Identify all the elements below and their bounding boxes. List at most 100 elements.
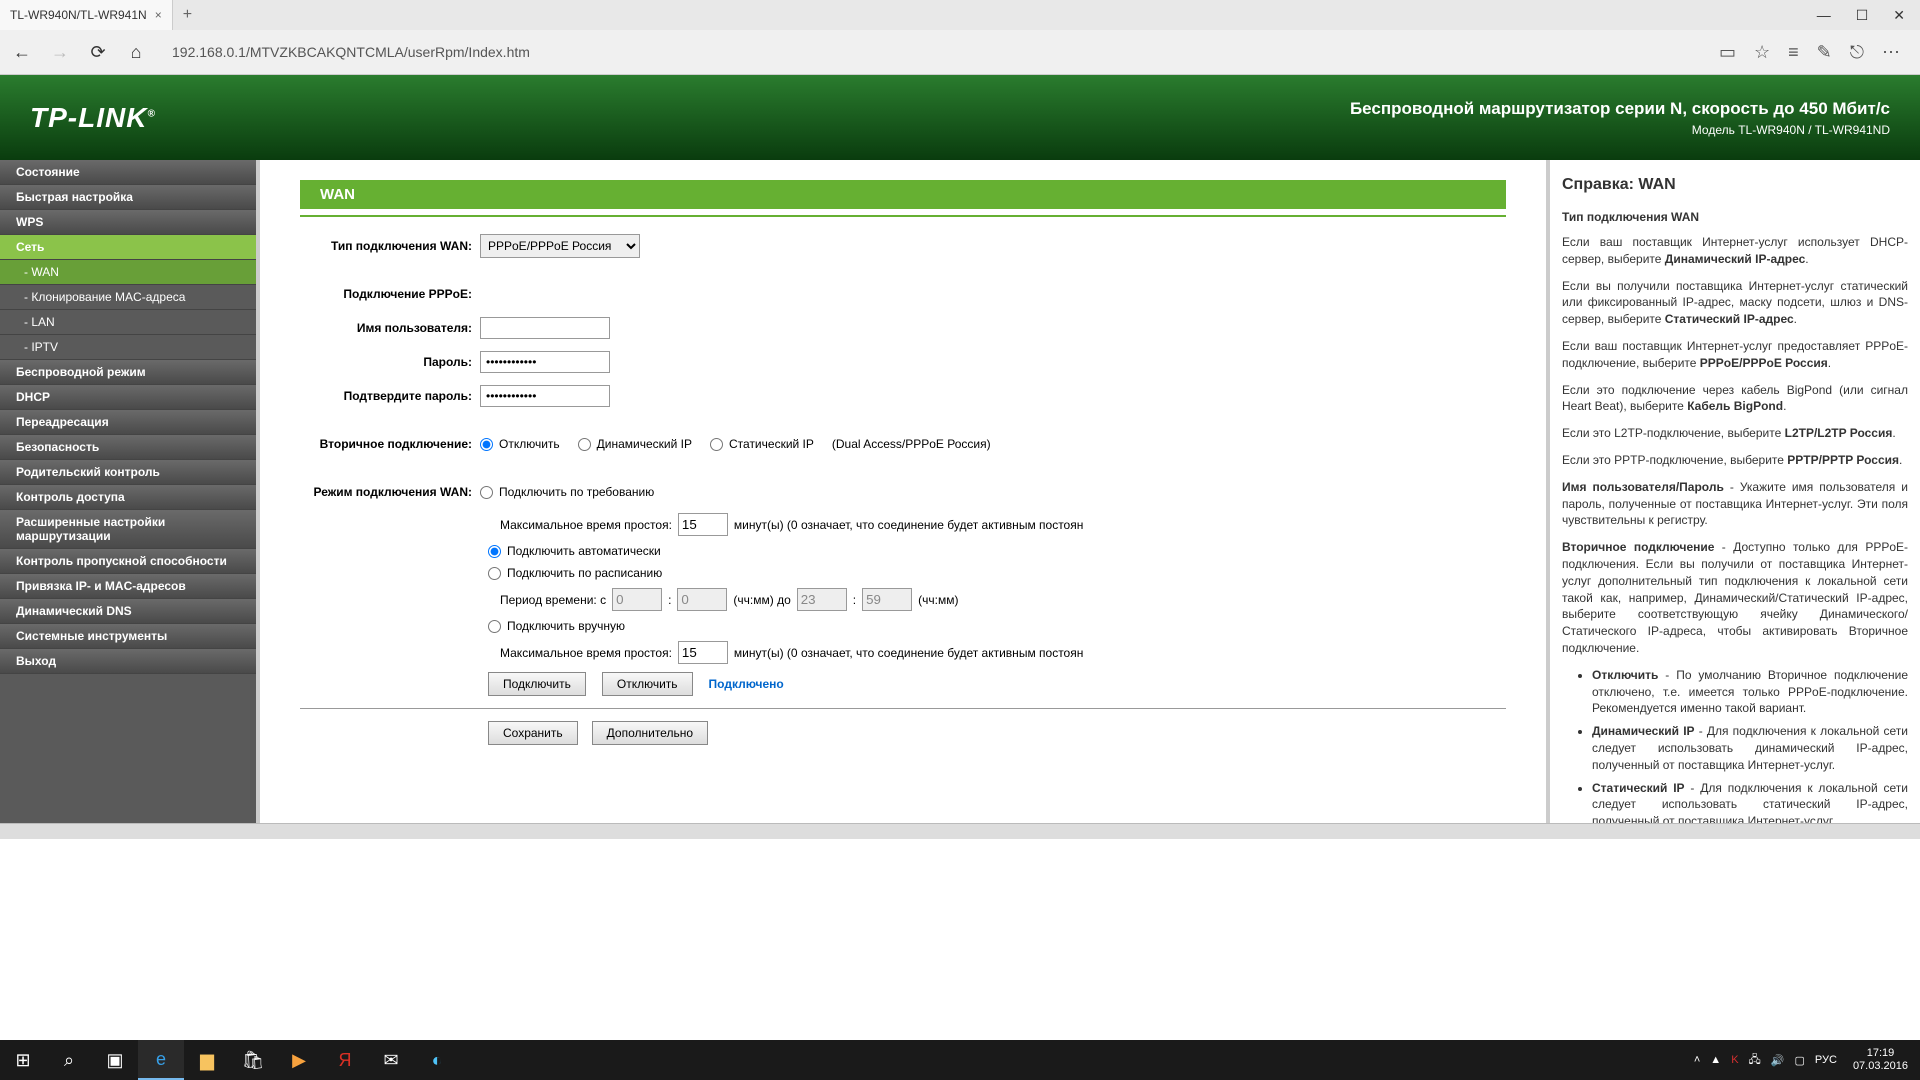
- radio-mode-time[interactable]: [488, 567, 501, 580]
- header-title: Беспроводной маршрутизатор серии N, скор…: [1350, 99, 1890, 119]
- language-indicator[interactable]: РУС: [1815, 1054, 1837, 1066]
- radio-sec-disable[interactable]: [480, 438, 493, 451]
- help-panel: Справка: WAN Тип подключения WAN Если ва…: [1550, 160, 1920, 823]
- sidebar-item-lan[interactable]: - LAN: [0, 310, 256, 335]
- input-idle1[interactable]: [678, 513, 728, 536]
- tab-title: TL-WR940N/TL-WR941N: [10, 8, 147, 22]
- input-to-h[interactable]: [797, 588, 847, 611]
- forward-button[interactable]: →: [48, 40, 72, 64]
- volume-icon[interactable]: 🔊: [1771, 1054, 1785, 1067]
- taskbar: ⊞ ⌕ ▣ e ▆ 🛍 ▶ Я ✉ ◐ ˄ ▲ K 🖧 🔊 ▢ РУС 17:1…: [0, 1040, 1920, 1080]
- sidebar-item-ip-mac-binding[interactable]: Привязка IP- и MAC-адресов: [0, 574, 256, 599]
- sidebar-item-dhcp[interactable]: DHCP: [0, 385, 256, 410]
- help-p5: Если это L2TP-подключение, выберите L2TP…: [1562, 425, 1908, 442]
- sidebar-item-forwarding[interactable]: Переадресация: [0, 410, 256, 435]
- browser-tab[interactable]: TL-WR940N/TL-WR941N ×: [0, 0, 173, 30]
- connect-button[interactable]: Подключить: [488, 672, 586, 696]
- disconnect-button[interactable]: Отключить: [602, 672, 693, 696]
- explorer-icon[interactable]: ▆: [184, 1040, 230, 1080]
- action-center-icon[interactable]: ▢: [1795, 1054, 1805, 1067]
- app-icon[interactable]: ◐: [414, 1040, 460, 1080]
- home-button[interactable]: ⌂: [124, 40, 148, 64]
- sidebar: Состояние Быстрая настройка WPS Сеть - W…: [0, 160, 256, 823]
- label-password: Пароль:: [300, 355, 480, 369]
- back-button[interactable]: ←: [10, 40, 34, 64]
- close-window-icon[interactable]: ✕: [1893, 7, 1905, 24]
- sidebar-item-mac-clone[interactable]: - Клонирование MAC-адреса: [0, 285, 256, 310]
- sidebar-item-status[interactable]: Состояние: [0, 160, 256, 185]
- radio-mode-manual[interactable]: [488, 620, 501, 633]
- help-p8: Вторичное подключение - Доступно только …: [1562, 539, 1908, 657]
- tray-expand-icon[interactable]: ˄: [1694, 1054, 1700, 1066]
- radio-mode-demand[interactable]: [480, 486, 493, 499]
- close-icon[interactable]: ×: [155, 8, 162, 22]
- advanced-button[interactable]: Дополнительно: [592, 721, 708, 745]
- sidebar-item-parental[interactable]: Родительский контроль: [0, 460, 256, 485]
- horizontal-scrollbar[interactable]: [0, 823, 1920, 839]
- new-tab-button[interactable]: +: [173, 6, 202, 24]
- input-from-m[interactable]: [677, 588, 727, 611]
- radio-sec-dynamic[interactable]: [578, 438, 591, 451]
- reading-view-icon[interactable]: ▭: [1719, 42, 1736, 63]
- refresh-button[interactable]: ⟳: [86, 40, 110, 64]
- mail-icon[interactable]: ✉: [368, 1040, 414, 1080]
- favorite-icon[interactable]: ☆: [1754, 42, 1770, 63]
- sidebar-item-access[interactable]: Контроль доступа: [0, 485, 256, 510]
- network-icon[interactable]: 🖧: [1749, 1051, 1761, 1070]
- section-title: WAN: [300, 180, 1506, 209]
- select-conn-type[interactable]: PPPoE/PPPoE Россия: [480, 234, 640, 258]
- input-password[interactable]: [480, 351, 610, 373]
- radio-sec-static[interactable]: [710, 438, 723, 451]
- maximize-icon[interactable]: ☐: [1856, 7, 1869, 24]
- sidebar-item-logout[interactable]: Выход: [0, 649, 256, 674]
- search-icon[interactable]: ⌕: [46, 1040, 92, 1080]
- more-icon[interactable]: ⋯: [1882, 42, 1900, 63]
- label-conn-mode: Режим подключения WAN:: [300, 485, 480, 499]
- help-title: Справка: WAN: [1562, 176, 1908, 194]
- sidebar-item-system-tools[interactable]: Системные инструменты: [0, 624, 256, 649]
- main-area: Состояние Быстрая настройка WPS Сеть - W…: [0, 160, 1920, 823]
- input-from-h[interactable]: [612, 588, 662, 611]
- window-controls: — ☐ ✕: [1817, 7, 1920, 24]
- help-list: Отключить - По умолчанию Вторичное подкл…: [1592, 667, 1908, 823]
- url-bar[interactable]: 192.168.0.1/MTVZKBCAKQNTCMLA/userRpm/Ind…: [162, 38, 1705, 66]
- sidebar-item-bandwidth[interactable]: Контроль пропускной способности: [0, 549, 256, 574]
- task-view-icon[interactable]: ▣: [92, 1040, 138, 1080]
- status-text: Подключено: [709, 677, 784, 691]
- tray-icon-1[interactable]: ▲: [1710, 1054, 1721, 1066]
- start-button[interactable]: ⊞: [0, 1040, 46, 1080]
- save-button[interactable]: Сохранить: [488, 721, 578, 745]
- header-model: Модель TL-WR940N / TL-WR941ND: [1350, 123, 1890, 137]
- media-icon[interactable]: ▶: [276, 1040, 322, 1080]
- sidebar-item-wan[interactable]: - WAN: [0, 260, 256, 285]
- label-period: Период времени: с: [500, 593, 606, 607]
- input-username[interactable]: [480, 317, 610, 339]
- sidebar-item-security[interactable]: Безопасность: [0, 435, 256, 460]
- hub-icon[interactable]: ≡: [1788, 42, 1799, 63]
- sidebar-item-wps[interactable]: WPS: [0, 210, 256, 235]
- sidebar-item-wireless[interactable]: Беспроводной режим: [0, 360, 256, 385]
- sidebar-item-iptv[interactable]: - IPTV: [0, 335, 256, 360]
- label-conn-type: Тип подключения WAN:: [300, 239, 480, 253]
- content-panel: WAN Тип подключения WAN: PPPoE/PPPoE Рос…: [256, 160, 1550, 823]
- sidebar-item-routing[interactable]: Расширенные настройки маршрутизации: [0, 510, 256, 549]
- edge-icon[interactable]: e: [138, 1040, 184, 1080]
- minimize-icon[interactable]: —: [1817, 7, 1831, 24]
- label-max-idle1: Максимальное время простоя:: [500, 518, 672, 532]
- store-icon[interactable]: 🛍: [230, 1040, 276, 1080]
- input-idle2[interactable]: [678, 641, 728, 664]
- tab-bar: TL-WR940N/TL-WR941N × + — ☐ ✕: [0, 0, 1920, 30]
- yandex-icon[interactable]: Я: [322, 1040, 368, 1080]
- sidebar-item-network[interactable]: Сеть: [0, 235, 256, 260]
- clock[interactable]: 17:19 07.03.2016: [1847, 1047, 1914, 1073]
- webnote-icon[interactable]: ✎: [1817, 42, 1832, 63]
- browser-actions: ▭ ☆ ≡ ✎ ⎋ ⋯: [1719, 42, 1910, 63]
- input-to-m[interactable]: [862, 588, 912, 611]
- label-max-idle2: Максимальное время простоя:: [500, 646, 672, 660]
- input-confirm-password[interactable]: [480, 385, 610, 407]
- sidebar-item-quick-setup[interactable]: Быстрая настройка: [0, 185, 256, 210]
- share-icon[interactable]: ⎋: [1850, 42, 1864, 63]
- radio-mode-auto[interactable]: [488, 545, 501, 558]
- kaspersky-icon[interactable]: K: [1731, 1054, 1738, 1066]
- sidebar-item-ddns[interactable]: Динамический DNS: [0, 599, 256, 624]
